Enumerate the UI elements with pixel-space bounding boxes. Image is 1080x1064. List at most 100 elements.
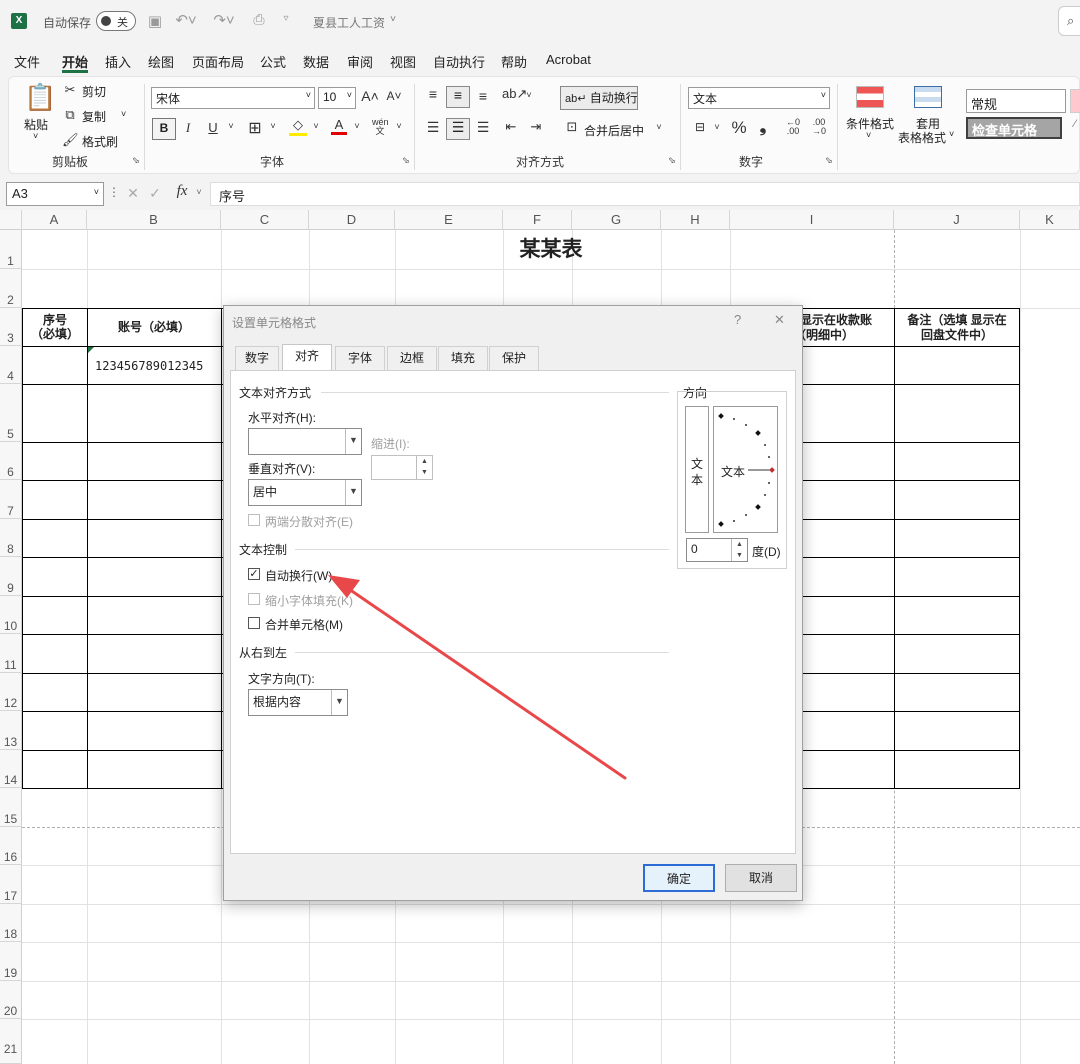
increase-font-icon[interactable]: A˄ bbox=[361, 88, 379, 104]
text-direction-select[interactable]: 根据内容 ▼ bbox=[248, 689, 348, 716]
accounting-icon[interactable]: ⊟ bbox=[690, 120, 710, 134]
increase-indent-icon[interactable]: ⇥ bbox=[527, 119, 545, 135]
font-launcher-icon[interactable]: ⬂ bbox=[402, 155, 410, 166]
file-name[interactable]: 夏县工人工资 bbox=[313, 14, 385, 31]
name-box[interactable]: A3 ˅ bbox=[6, 182, 104, 206]
print-preview-icon[interactable]: ⎙ bbox=[250, 11, 268, 28]
row-header-4[interactable]: 4 bbox=[0, 346, 22, 384]
tab-font[interactable]: 字体 bbox=[335, 346, 385, 370]
column-header-h[interactable]: H bbox=[661, 210, 730, 230]
column-header-f[interactable]: F bbox=[503, 210, 572, 230]
close-button[interactable]: ✕ bbox=[774, 312, 785, 328]
row-header-10[interactable]: 10 bbox=[0, 596, 22, 634]
indent-spinner[interactable]: ▲ ▼ bbox=[371, 455, 433, 480]
font-size-select[interactable]: 10 ˅ bbox=[318, 87, 356, 109]
menu-data[interactable]: 数据 bbox=[303, 52, 329, 71]
column-header-j[interactable]: J bbox=[894, 210, 1020, 230]
column-header-g[interactable]: G bbox=[572, 210, 661, 230]
paste-icon[interactable]: 📋 bbox=[24, 82, 56, 113]
selected-cell-a3[interactable]: 序号 （必填） bbox=[22, 308, 88, 347]
align-middle-button[interactable]: ≡ bbox=[446, 86, 470, 108]
horizontal-select[interactable]: ▼ bbox=[248, 428, 362, 455]
ok-button[interactable]: 确定 bbox=[643, 864, 715, 892]
cell-b4[interactable]: 123456789012345 bbox=[95, 359, 203, 374]
menu-home[interactable]: 开始 bbox=[62, 52, 88, 71]
tab-protection[interactable]: 保护 bbox=[489, 346, 539, 370]
row-header-16[interactable]: 16 bbox=[0, 827, 22, 865]
phonetic-chevron-icon[interactable]: ˅ bbox=[394, 121, 404, 131]
orientation-icon[interactable]: ab↗ bbox=[502, 86, 527, 102]
menu-review[interactable]: 审阅 bbox=[347, 52, 373, 71]
align-top-icon[interactable]: ≡ bbox=[424, 86, 442, 102]
column-header-e[interactable]: E bbox=[395, 210, 503, 230]
clipboard-launcher-icon[interactable]: ⬂ bbox=[132, 155, 140, 166]
format-painter-button[interactable]: 格式刷 bbox=[82, 133, 118, 150]
header-account[interactable]: 账号（必填） bbox=[87, 320, 221, 335]
more-icon[interactable]: ⋮ bbox=[108, 185, 120, 199]
row-header-9[interactable]: 9 bbox=[0, 557, 22, 596]
row-header-5[interactable]: 5 bbox=[0, 384, 22, 442]
tab-fill[interactable]: 填充 bbox=[438, 346, 488, 370]
table-format-label-2[interactable]: 表格格式 bbox=[898, 129, 946, 146]
row-header-11[interactable]: 11 bbox=[0, 634, 22, 673]
font-color-icon[interactable]: A bbox=[331, 117, 347, 135]
row-header-14[interactable]: 14 bbox=[0, 750, 22, 788]
underline-chevron-icon[interactable]: ˅ bbox=[226, 121, 236, 131]
row-header-18[interactable]: 18 bbox=[0, 904, 22, 942]
font-name-select[interactable]: 宋体 ˅ bbox=[151, 87, 315, 109]
style-normal[interactable]: 常规 bbox=[966, 89, 1066, 113]
style-bad[interactable] bbox=[1070, 89, 1080, 113]
error-indicator-icon[interactable] bbox=[88, 347, 94, 353]
tab-border[interactable]: 边框 bbox=[387, 346, 437, 370]
table-format-chevron-icon[interactable]: ˅ bbox=[949, 129, 954, 139]
cancel-button[interactable]: 取消 bbox=[725, 864, 797, 892]
wrap-text-checkbox[interactable]: ✓ bbox=[248, 568, 260, 580]
shrink-to-fit-checkbox[interactable] bbox=[248, 593, 260, 605]
row-header-2[interactable]: 2 bbox=[0, 269, 22, 308]
orientation-dial[interactable]: 文本 bbox=[713, 406, 778, 533]
accounting-chevron-icon[interactable]: ˅ bbox=[712, 122, 722, 132]
row-header-7[interactable]: 7 bbox=[0, 480, 22, 519]
spinner-arrows-icon[interactable]: ▲ ▼ bbox=[731, 539, 747, 561]
border-icon[interactable]: ⊞ bbox=[246, 118, 264, 138]
menu-file[interactable]: 文件 bbox=[14, 52, 40, 71]
search-box[interactable]: ⌕ bbox=[1058, 6, 1080, 36]
header-remark-line2[interactable]: 回盘文件中） bbox=[894, 328, 1020, 343]
row-header-6[interactable]: 6 bbox=[0, 442, 22, 480]
wrap-text-button[interactable]: ab↵ 自动换行 bbox=[560, 86, 638, 110]
align-right-icon[interactable]: ☰ bbox=[474, 119, 492, 136]
column-header-c[interactable]: C bbox=[221, 210, 309, 230]
undo-icon[interactable]: ↶˅ bbox=[172, 11, 200, 29]
row-header-1[interactable]: 1 bbox=[0, 230, 22, 269]
number-format-select[interactable]: 文本 ˅ bbox=[688, 87, 830, 109]
save-icon[interactable]: ▣ bbox=[146, 12, 164, 30]
insert-function-icon[interactable]: fx bbox=[172, 183, 192, 200]
phonetic-icon[interactable]: wén 文 bbox=[372, 118, 389, 136]
row-header-3[interactable]: 3 bbox=[0, 308, 22, 346]
vertical-text-option[interactable]: 文本 bbox=[685, 406, 709, 533]
column-header-d[interactable]: D bbox=[309, 210, 395, 230]
copy-button[interactable]: 复制 bbox=[82, 108, 106, 125]
italic-button[interactable]: I bbox=[182, 120, 194, 136]
header-display-line1[interactable]: 显示在收款账 bbox=[800, 313, 894, 328]
style-check-cell[interactable]: 检查单元格 bbox=[966, 117, 1062, 139]
merge-cells-checkbox[interactable] bbox=[248, 617, 260, 629]
header-display-line2[interactable]: （明细中） bbox=[794, 328, 894, 343]
decrease-font-icon[interactable]: A˅ bbox=[386, 89, 402, 103]
menu-view[interactable]: 视图 bbox=[390, 52, 416, 71]
decrease-decimal-icon[interactable]: .00 →0 bbox=[808, 118, 830, 136]
align-left-icon[interactable]: ☰ bbox=[424, 119, 442, 136]
select-all-corner[interactable] bbox=[0, 210, 22, 230]
table-format-icon[interactable] bbox=[914, 86, 942, 108]
row-header-19[interactable]: 19 bbox=[0, 942, 22, 981]
customize-toolbar-icon[interactable]: ▿ bbox=[280, 13, 292, 24]
conditional-format-icon[interactable] bbox=[856, 86, 884, 108]
row-header-8[interactable]: 8 bbox=[0, 519, 22, 557]
column-header-i[interactable]: I bbox=[730, 210, 894, 230]
cancel-icon[interactable]: ✕ bbox=[126, 185, 140, 202]
underline-button[interactable]: U bbox=[206, 120, 220, 135]
autosave-toggle[interactable]: 关 bbox=[96, 11, 136, 31]
spinner-arrows-icon[interactable]: ▲ ▼ bbox=[416, 456, 432, 479]
column-header-b[interactable]: B bbox=[87, 210, 221, 230]
fill-chevron-icon[interactable]: ˅ bbox=[311, 121, 321, 131]
